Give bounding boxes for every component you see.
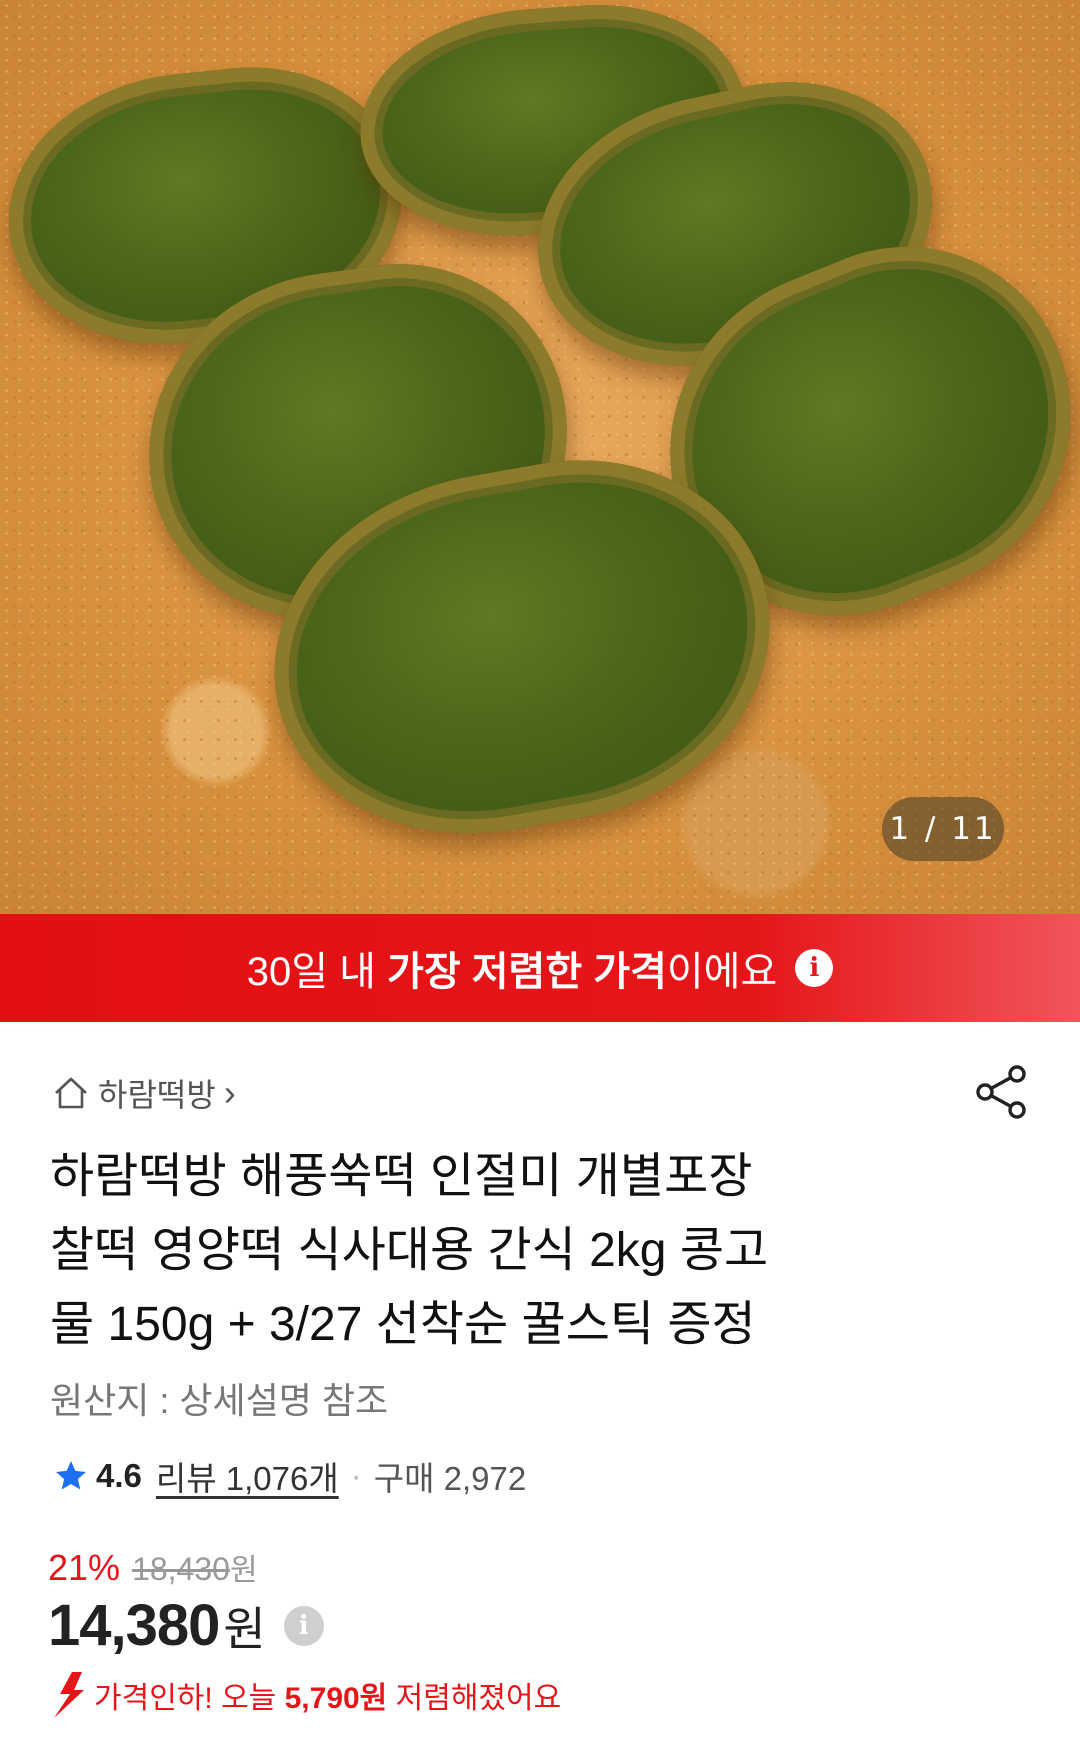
- product-title: 하람떡방 해풍쑥떡 인절미 개별포장 찰떡 영양떡 식사대용 간식 2kg 콩고…: [50, 1140, 950, 1362]
- title-line: 물 150g + 3/27 선착순 꿀스틱 증정: [50, 1298, 756, 1351]
- product-image[interactable]: 1 / 11: [0, 0, 1080, 914]
- discount-row: 21% 18,430 원: [48, 1545, 258, 1589]
- chevron-right-icon: ›: [223, 1072, 236, 1113]
- purchase-count: 구매 2,972: [373, 1460, 527, 1497]
- review-count-link[interactable]: 리뷰 1,076개: [156, 1452, 339, 1500]
- sale-price-row: 14,380 원 i: [48, 1592, 324, 1659]
- arrow-down-icon: [54, 1672, 84, 1718]
- banner-suffix: 이에요: [666, 950, 778, 994]
- banner-prefix: 30일 내: [246, 950, 388, 994]
- separator: ·: [350, 1457, 362, 1494]
- title-line: 찰떡 영양떡 식사대용 간식 2kg 콩고: [50, 1224, 769, 1277]
- price-info-icon[interactable]: i: [283, 1605, 324, 1646]
- price-drop-prefix: 가격인하! 오늘: [94, 1682, 285, 1715]
- image-counter: 1 / 11: [882, 797, 1004, 861]
- star-icon: [56, 1461, 86, 1490]
- seller-link[interactable]: 하람떡방 ›: [52, 1070, 236, 1116]
- discount-rate: 21%: [48, 1547, 121, 1588]
- sale-price-unit: 원: [223, 1602, 266, 1655]
- rating-row: 4.6 리뷰 1,076개 · 구매 2,972: [52, 1452, 526, 1500]
- original-price-unit: 원: [229, 1554, 258, 1587]
- price-drop-suffix: 저렴해졌어요: [387, 1682, 562, 1715]
- sale-price: 14,380: [48, 1593, 220, 1658]
- banner-highlight: 가장 저렴한 가격: [387, 950, 667, 994]
- price-drop-notice: 가격인하! 오늘 5,790원 저렴해졌어요: [50, 1670, 561, 1720]
- info-icon[interactable]: i: [795, 949, 834, 987]
- lowest-price-banner[interactable]: 30일 내 가장 저렴한 가격 이에요 i: [0, 914, 1080, 1022]
- rating-score: 4.6: [96, 1457, 142, 1494]
- home-icon: [55, 1077, 87, 1109]
- share-icon[interactable]: [972, 1062, 1032, 1122]
- price-drop-amount: 5,790원: [284, 1682, 388, 1715]
- seller-name: 하람떡방: [98, 1077, 216, 1113]
- original-price: 18,430: [132, 1551, 230, 1587]
- title-line: 하람떡방 해풍쑥떡 인절미 개별포장: [50, 1150, 753, 1203]
- origin-info: 원산지 : 상세설명 참조: [50, 1380, 389, 1421]
